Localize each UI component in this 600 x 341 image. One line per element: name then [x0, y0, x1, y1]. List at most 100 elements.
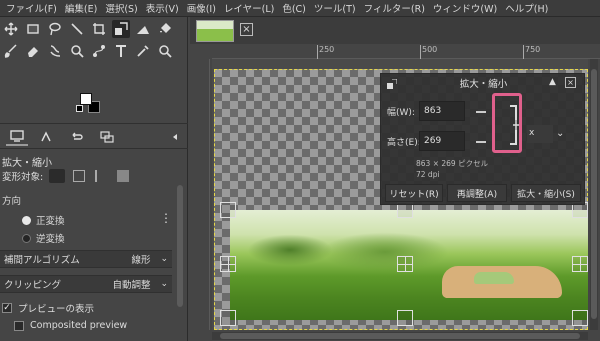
height-field[interactable]: 269: [419, 131, 465, 151]
paintbrush-icon[interactable]: [2, 42, 20, 60]
transform-handle-left[interactable]: [220, 256, 236, 272]
menu-image[interactable]: 画像(I): [183, 1, 220, 15]
menu-edit[interactable]: 編集(E): [61, 1, 101, 15]
width-decrement-icon[interactable]: [476, 111, 486, 113]
text-icon[interactable]: [112, 42, 130, 60]
composited-checkbox[interactable]: [14, 320, 24, 331]
crop-icon[interactable]: [90, 20, 108, 38]
rect-select-icon[interactable]: [24, 20, 42, 38]
direction-forward-radio[interactable]: [22, 215, 31, 225]
canvas-horizontal-scrollbar[interactable]: [212, 332, 588, 340]
color-selector[interactable]: [76, 89, 102, 115]
reset-button[interactable]: リセット(R): [385, 184, 443, 202]
scrollbar-thumb[interactable]: [177, 185, 183, 307]
dpi-info: 72 dpi: [416, 170, 440, 179]
warp-transform-icon[interactable]: [134, 20, 152, 38]
close-icon[interactable]: ×: [240, 23, 253, 36]
menu-layer[interactable]: レイヤー(L): [220, 1, 278, 15]
direction-forward-row[interactable]: 正変換: [22, 213, 65, 227]
move-icon[interactable]: [2, 20, 20, 38]
width-label: 幅(W):: [387, 108, 415, 118]
vertical-ruler[interactable]: [196, 59, 210, 330]
chevron-down-icon: ⌄: [160, 254, 168, 264]
clipping-label: クリッピング: [4, 280, 62, 291]
chevron-down-icon[interactable]: ⌄: [556, 128, 564, 139]
tab-device-status[interactable]: [36, 128, 58, 146]
transform-handle-center[interactable]: [397, 256, 413, 272]
scrollbar-thumb[interactable]: [591, 69, 597, 319]
direction-backward-row[interactable]: 逆変換: [22, 231, 65, 245]
interpolation-label: 補間アルゴリズム: [4, 255, 80, 266]
canvas-vertical-scrollbar[interactable]: [590, 59, 598, 330]
direction-backward-radio[interactable]: [22, 233, 31, 243]
tool-options-title: 拡大・縮小: [2, 158, 52, 169]
tool-options-scrollbar[interactable]: [177, 185, 183, 307]
preview-checkbox[interactable]: ✓: [2, 303, 12, 313]
clipping-dropdown[interactable]: クリッピング 自動調整 ⌄: [0, 275, 172, 293]
clone-icon[interactable]: [68, 42, 86, 60]
scrollbar-thumb[interactable]: [220, 333, 580, 339]
menu-tools[interactable]: ツール(T): [310, 1, 360, 15]
composited-label: Composited preview: [30, 320, 128, 331]
width-field[interactable]: 863: [419, 101, 465, 121]
ruler-label-500: 500: [422, 45, 438, 54]
scale-icon[interactable]: [112, 20, 130, 38]
ruler-corner[interactable]: [196, 45, 212, 59]
ruler-tick: [420, 45, 421, 59]
height-decrement-icon[interactable]: [476, 141, 486, 143]
menu-file[interactable]: ファイル(F): [2, 1, 61, 15]
transform-handle-tl[interactable]: [220, 202, 236, 218]
transform-handle-br[interactable]: [572, 310, 588, 326]
direction-label: 方向: [2, 196, 22, 207]
path-icon[interactable]: [90, 42, 108, 60]
menu-select[interactable]: 選択(S): [101, 1, 141, 15]
menu-filters[interactable]: フィルター(R): [360, 1, 429, 15]
tab-tool-options[interactable]: [6, 128, 28, 146]
transform-label: 変形対象:: [2, 172, 44, 183]
smudge-icon[interactable]: [46, 42, 64, 60]
horizontal-ruler[interactable]: 250 500 750: [212, 45, 600, 59]
preview-label: プレビューの表示: [18, 304, 95, 315]
color-picker-icon[interactable]: [134, 42, 152, 60]
zoom-icon[interactable]: [156, 42, 174, 60]
dialog-move-up-icon[interactable]: ▲: [549, 77, 556, 87]
interpolation-dropdown[interactable]: 補間アルゴリズム 線形 ⌄: [0, 250, 172, 268]
selection-mode-icon[interactable]: [73, 170, 86, 182]
unit-selector[interactable]: x: [527, 125, 553, 143]
wooden-car-figure: [442, 266, 562, 298]
ruler-tick: [317, 45, 318, 59]
transform-handle-right[interactable]: [572, 256, 588, 272]
image-mode-icon[interactable]: [117, 170, 130, 182]
tab-images[interactable]: [96, 128, 118, 146]
image-thumbnail-tab[interactable]: [196, 20, 234, 42]
eraser-icon[interactable]: [24, 42, 42, 60]
layer-mode-icon[interactable]: [49, 169, 66, 183]
path-mode-icon[interactable]: [95, 170, 107, 182]
foreground-color-swatch[interactable]: [80, 93, 92, 105]
transform-handle-bottom[interactable]: [397, 310, 413, 326]
menu-colors[interactable]: 色(C): [278, 1, 310, 15]
menu-help[interactable]: ヘルプ(H): [501, 1, 552, 15]
menu-windows[interactable]: ウィンドウ(W): [429, 1, 501, 15]
tab-undo-history[interactable]: [66, 128, 88, 146]
menu-view[interactable]: 表示(V): [142, 1, 183, 15]
bucket-fill-icon[interactable]: [156, 20, 174, 38]
transform-target-row: 変形対象:: [2, 169, 130, 183]
chain-mini-icon[interactable]: ⋮: [160, 211, 172, 225]
interpolation-value: 線形: [131, 255, 151, 266]
menubar: ファイル(F) 編集(E) 選択(S) 表示(V) 画像(I) レイヤー(L) …: [0, 0, 600, 17]
clipping-value: 自動調整: [112, 280, 151, 291]
ruler-label-750: 750: [525, 45, 541, 54]
fuzzy-select-icon[interactable]: [68, 20, 86, 38]
default-colors-icon[interactable]: [76, 105, 83, 112]
preview-row[interactable]: ✓ プレビューの表示: [2, 301, 94, 315]
transform-handle-bl[interactable]: [220, 310, 236, 326]
direction-forward-label: 正変換: [36, 216, 65, 227]
lasso-icon[interactable]: [46, 20, 64, 38]
scale-dialog: 拡大・縮小 ▲ × 幅(W): 863 高さ(E): 269 x ⌄ 863 ×…: [380, 73, 585, 205]
scale-button[interactable]: 拡大・縮小(S): [511, 184, 581, 202]
composited-row[interactable]: Composited preview: [14, 320, 127, 331]
readjust-button[interactable]: 再調整(A): [447, 184, 507, 202]
dock-menu-icon[interactable]: [164, 128, 186, 146]
close-icon[interactable]: ×: [565, 77, 576, 88]
